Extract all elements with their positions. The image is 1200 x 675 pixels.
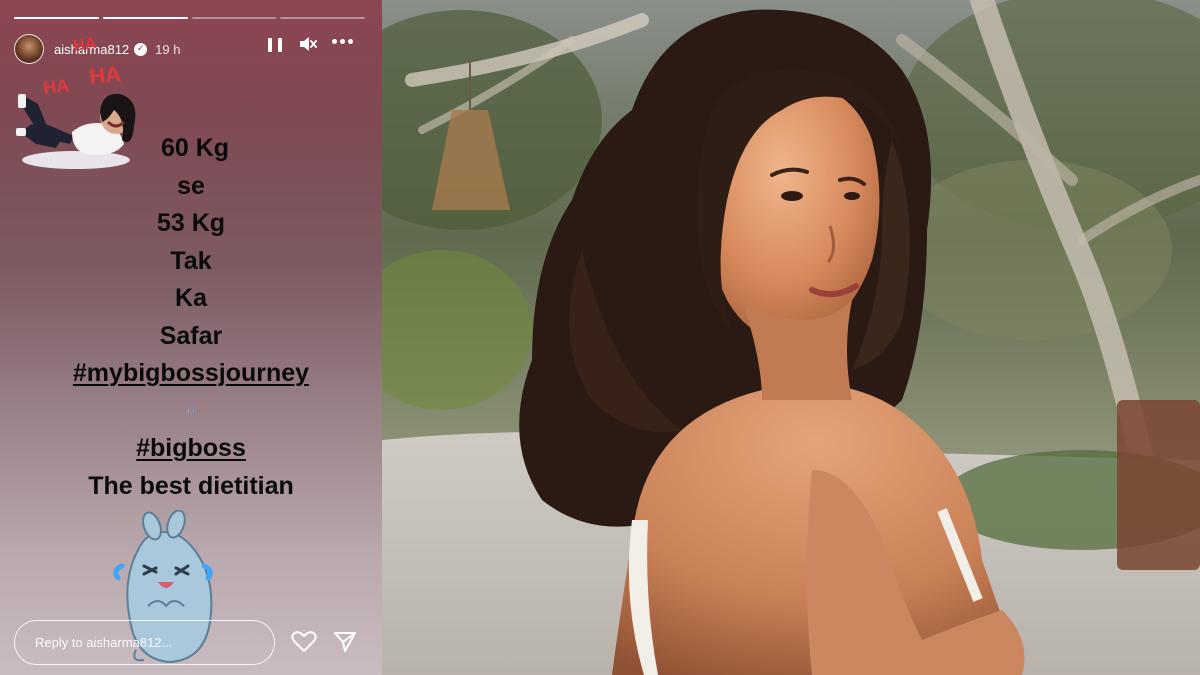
sticker-ha-text: HA — [42, 75, 70, 98]
caption-line: se — [177, 171, 205, 200]
hashtag-mybigbossjourney[interactable]: #mybigbossjourney — [73, 359, 309, 387]
emoji-row — [0, 393, 382, 431]
story-panel: aisharma812 ✓ 19 h HA HA HA 60 Kg se 53 … — [0, 0, 382, 675]
story-caption: 60 Kg se 53 Kg Tak Ka Safar #mybigbossjo… — [0, 130, 382, 505]
progress-segment — [102, 17, 188, 19]
progress-fill — [102, 17, 188, 19]
progress-segment — [280, 17, 365, 19]
caption-line: The best dietitian — [88, 471, 294, 500]
caption-line: Safar — [159, 321, 223, 350]
story-photo — [382, 0, 1200, 675]
sticker-ha-text: HA — [88, 61, 122, 89]
caption-line: Ka — [175, 284, 207, 312]
pause-icon[interactable] — [268, 38, 282, 54]
progress-fill — [14, 17, 99, 19]
caption-line: 60 Kg — [160, 134, 230, 162]
reply-placeholder: Reply to aisharma812... — [35, 635, 173, 650]
hashtag-bigboss[interactable]: #bigboss — [136, 434, 246, 462]
post-time: 19 h — [155, 41, 181, 57]
heart-icon[interactable] — [291, 630, 317, 658]
progress-segment — [14, 17, 99, 19]
caption-line: 53 Kg — [156, 209, 226, 237]
mute-icon[interactable] — [299, 36, 317, 56]
photo-illustration — [382, 0, 1200, 675]
reply-input[interactable]: Reply to aisharma812... — [14, 620, 275, 665]
more-options-icon[interactable] — [332, 39, 353, 44]
sticker-ha-text: HA — [72, 36, 98, 55]
send-icon[interactable] — [333, 630, 357, 658]
story-progress-bar — [14, 17, 365, 19]
progress-segment — [191, 17, 277, 19]
caption-line: Tak — [170, 246, 212, 275]
